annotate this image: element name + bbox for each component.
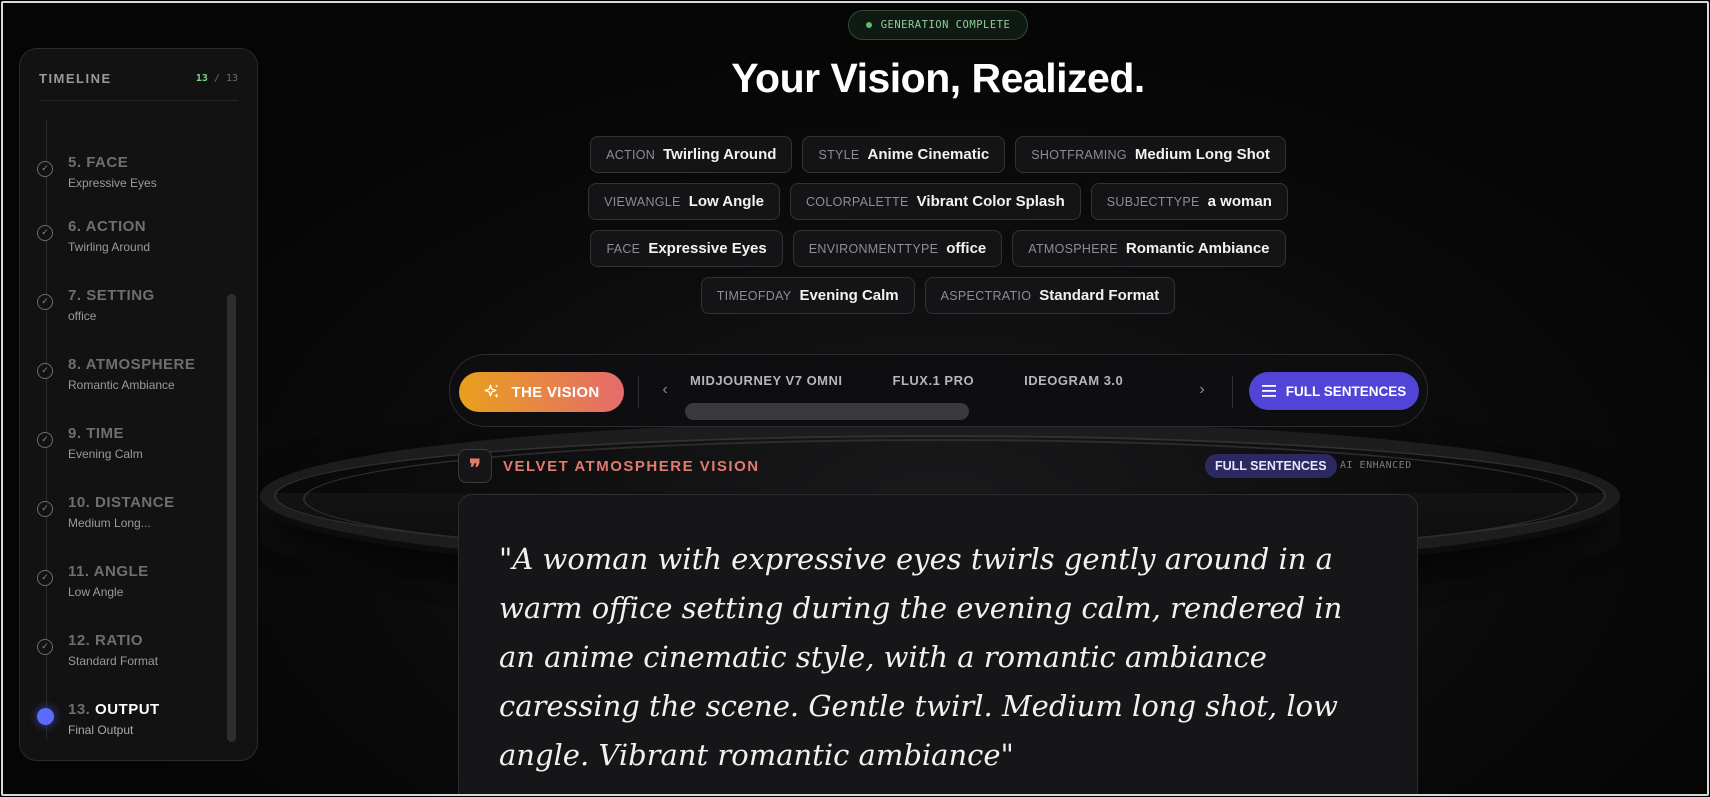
timeline-item-label: TIME bbox=[86, 425, 125, 442]
timeline-item-num: 13. bbox=[68, 701, 91, 718]
prompt-card: "A woman with expressive eyes twirls gen… bbox=[458, 494, 1418, 794]
param-chip[interactable]: ASPECTRATIO Standard Format bbox=[924, 277, 1176, 314]
chip-key: ATMOSPHERE bbox=[1028, 241, 1118, 256]
ai-enhanced-tag: AI ENHANCED bbox=[1340, 460, 1412, 471]
chevron-left-icon[interactable]: ‹ bbox=[658, 381, 672, 399]
timeline-item-num: 12. bbox=[68, 632, 91, 649]
tabs-scrollbar[interactable] bbox=[685, 403, 969, 420]
chip-value: Anime Cinematic bbox=[867, 146, 990, 163]
chip-row: TIMEOFDAY Evening Calm ASPECTRATIO Standar… bbox=[3, 277, 1707, 314]
mode-pill: FULL SENTENCES bbox=[1205, 454, 1337, 478]
chip-key: STYLE bbox=[818, 147, 860, 162]
chip-value: Evening Calm bbox=[799, 287, 899, 304]
timeline-item-sub: Standard Format bbox=[68, 654, 159, 668]
timeline-item-num: 8. bbox=[68, 356, 82, 373]
chip-row: VIEWANGLE Low Angle COLORPALETTE Vibrant C… bbox=[3, 183, 1707, 220]
timeline-item-label: RATIO bbox=[95, 632, 144, 649]
full-sentences-button[interactable]: FULL SENTENCES bbox=[1249, 372, 1419, 410]
chip-row: FACE Expressive Eyes ENVIRONMENTTYPE offic… bbox=[3, 230, 1707, 267]
chip-key: SHOTFRAMING bbox=[1031, 147, 1127, 162]
divider bbox=[638, 376, 639, 408]
page-title: Your Vision, Realized. bbox=[731, 55, 1145, 101]
timeline-item-label: ANGLE bbox=[93, 563, 149, 580]
chip-value: Vibrant Color Splash bbox=[916, 193, 1065, 210]
menu-lines-icon bbox=[1261, 385, 1276, 397]
timeline-item-atmosphere[interactable]: ✓ 8. ATMOSPHERE Romantic Ambiance bbox=[37, 354, 227, 404]
status-badge: GENERATION COMPLETE bbox=[848, 10, 1028, 40]
param-chip[interactable]: TIMEOFDAY Evening Calm bbox=[700, 277, 915, 314]
chip-key: ASPECTRATIO bbox=[940, 288, 1032, 303]
timeline-item-distance[interactable]: ✓ 10. DISTANCE Medium Long... bbox=[37, 492, 227, 542]
timeline-item-sub: Low Angle bbox=[68, 585, 124, 599]
chip-key: TIMEOFDAY bbox=[716, 288, 792, 303]
timeline-item-output[interactable]: 13. OUTPUT Final Output bbox=[37, 699, 227, 749]
param-chip[interactable]: SUBJECTTYPE a woman bbox=[1090, 183, 1288, 220]
check-circle-icon: ✓ bbox=[37, 639, 53, 655]
timeline-item-time[interactable]: ✓ 9. TIME Evening Calm bbox=[37, 423, 227, 473]
param-chip[interactable]: SHOTFRAMING Medium Long Shot bbox=[1015, 136, 1286, 173]
param-chip[interactable]: VIEWANGLE Low Angle bbox=[588, 183, 780, 220]
chip-key: ACTION bbox=[606, 147, 656, 162]
check-circle-icon: ✓ bbox=[37, 501, 53, 517]
timeline-item-ratio[interactable]: ✓ 12. RATIO Standard Format bbox=[37, 630, 227, 680]
check-circle-icon: ✓ bbox=[37, 363, 53, 379]
param-chip[interactable]: COLORPALETTE Vibrant Color Splash bbox=[789, 183, 1081, 220]
chevron-right-icon[interactable]: › bbox=[1195, 381, 1209, 399]
timeline-item-label: DISTANCE bbox=[95, 494, 175, 511]
chip-value: Romantic Ambiance bbox=[1125, 240, 1270, 257]
model-selector-bar: THE VISION ‹ MIDJOURNEY V7 OMNI FLUX.1 P… bbox=[449, 354, 1428, 427]
chip-value: office bbox=[946, 240, 987, 257]
quote-icon: ❞ bbox=[458, 449, 492, 483]
tab-flux[interactable]: FLUX.1 PRO bbox=[893, 373, 975, 395]
tab-ideogram[interactable]: IDEOGRAM 3.0 bbox=[1024, 373, 1123, 395]
timeline-item-sub: Romantic Ambiance bbox=[68, 378, 175, 392]
check-circle-icon: ✓ bbox=[37, 570, 53, 586]
timeline-item-num: 9. bbox=[68, 425, 82, 442]
divider bbox=[1232, 376, 1233, 408]
chip-key: FACE bbox=[606, 241, 641, 256]
chip-key: VIEWANGLE bbox=[604, 194, 681, 209]
chip-value: Standard Format bbox=[1039, 287, 1160, 304]
sparkle-icon bbox=[485, 384, 500, 398]
chip-value: Twirling Around bbox=[663, 146, 777, 163]
chip-value: Low Angle bbox=[688, 193, 764, 210]
prompt-text: "A woman with expressive eyes twirls gen… bbox=[499, 542, 1343, 772]
param-chip[interactable]: ACTION Twirling Around bbox=[590, 136, 793, 173]
the-vision-label: THE VISION bbox=[511, 383, 600, 401]
app-frame: TIMELINE 13 / 13 ✓ 5. FACE Expressive Ey… bbox=[1, 1, 1709, 796]
the-vision-button[interactable]: THE VISION bbox=[459, 372, 624, 412]
active-dot-icon bbox=[37, 708, 54, 725]
timeline-item-sub: Medium Long... bbox=[68, 516, 151, 530]
section-title: VELVET ATMOSPHERE VISION bbox=[503, 458, 760, 475]
chip-key: COLORPALETTE bbox=[805, 194, 909, 209]
timeline-item-sub: Evening Calm bbox=[68, 447, 143, 461]
param-chip[interactable]: FACE Expressive Eyes bbox=[590, 230, 783, 267]
param-chip[interactable]: ATMOSPHERE Romantic Ambiance bbox=[1012, 230, 1286, 267]
full-sentences-label: FULL SENTENCES bbox=[1285, 383, 1407, 399]
timeline-item-num: 11. bbox=[68, 563, 90, 580]
timeline-item-sub: Final Output bbox=[68, 723, 134, 737]
chip-key: ENVIRONMENTTYPE bbox=[808, 241, 939, 256]
status-dot-icon bbox=[865, 22, 872, 28]
check-circle-icon: ✓ bbox=[37, 432, 53, 448]
timeline-item-label: ATMOSPHERE bbox=[85, 356, 196, 373]
timeline-item-angle[interactable]: ✓ 11. ANGLE Low Angle bbox=[37, 561, 227, 611]
chip-row: ACTION Twirling Around STYLE Anime Cinemat… bbox=[3, 136, 1707, 173]
param-chip[interactable]: ENVIRONMENTTYPE office bbox=[792, 230, 1003, 267]
status-badge-text: GENERATION COMPLETE bbox=[880, 19, 1011, 31]
model-tabs: MIDJOURNEY V7 OMNI FLUX.1 PRO IDEOGRAM 3… bbox=[690, 373, 1160, 395]
sidebar-scrollbar[interactable] bbox=[227, 294, 236, 742]
tab-midjourney[interactable]: MIDJOURNEY V7 OMNI bbox=[690, 373, 843, 395]
chip-value: Expressive Eyes bbox=[648, 240, 767, 257]
chip-value: a woman bbox=[1207, 193, 1272, 210]
param-chip[interactable]: STYLE Anime Cinematic bbox=[802, 136, 1006, 173]
timeline-item-num: 10. bbox=[68, 494, 91, 511]
chip-key: SUBJECTTYPE bbox=[1106, 194, 1200, 209]
chip-value: Medium Long Shot bbox=[1134, 146, 1270, 163]
timeline-item-label: OUTPUT bbox=[95, 701, 160, 718]
